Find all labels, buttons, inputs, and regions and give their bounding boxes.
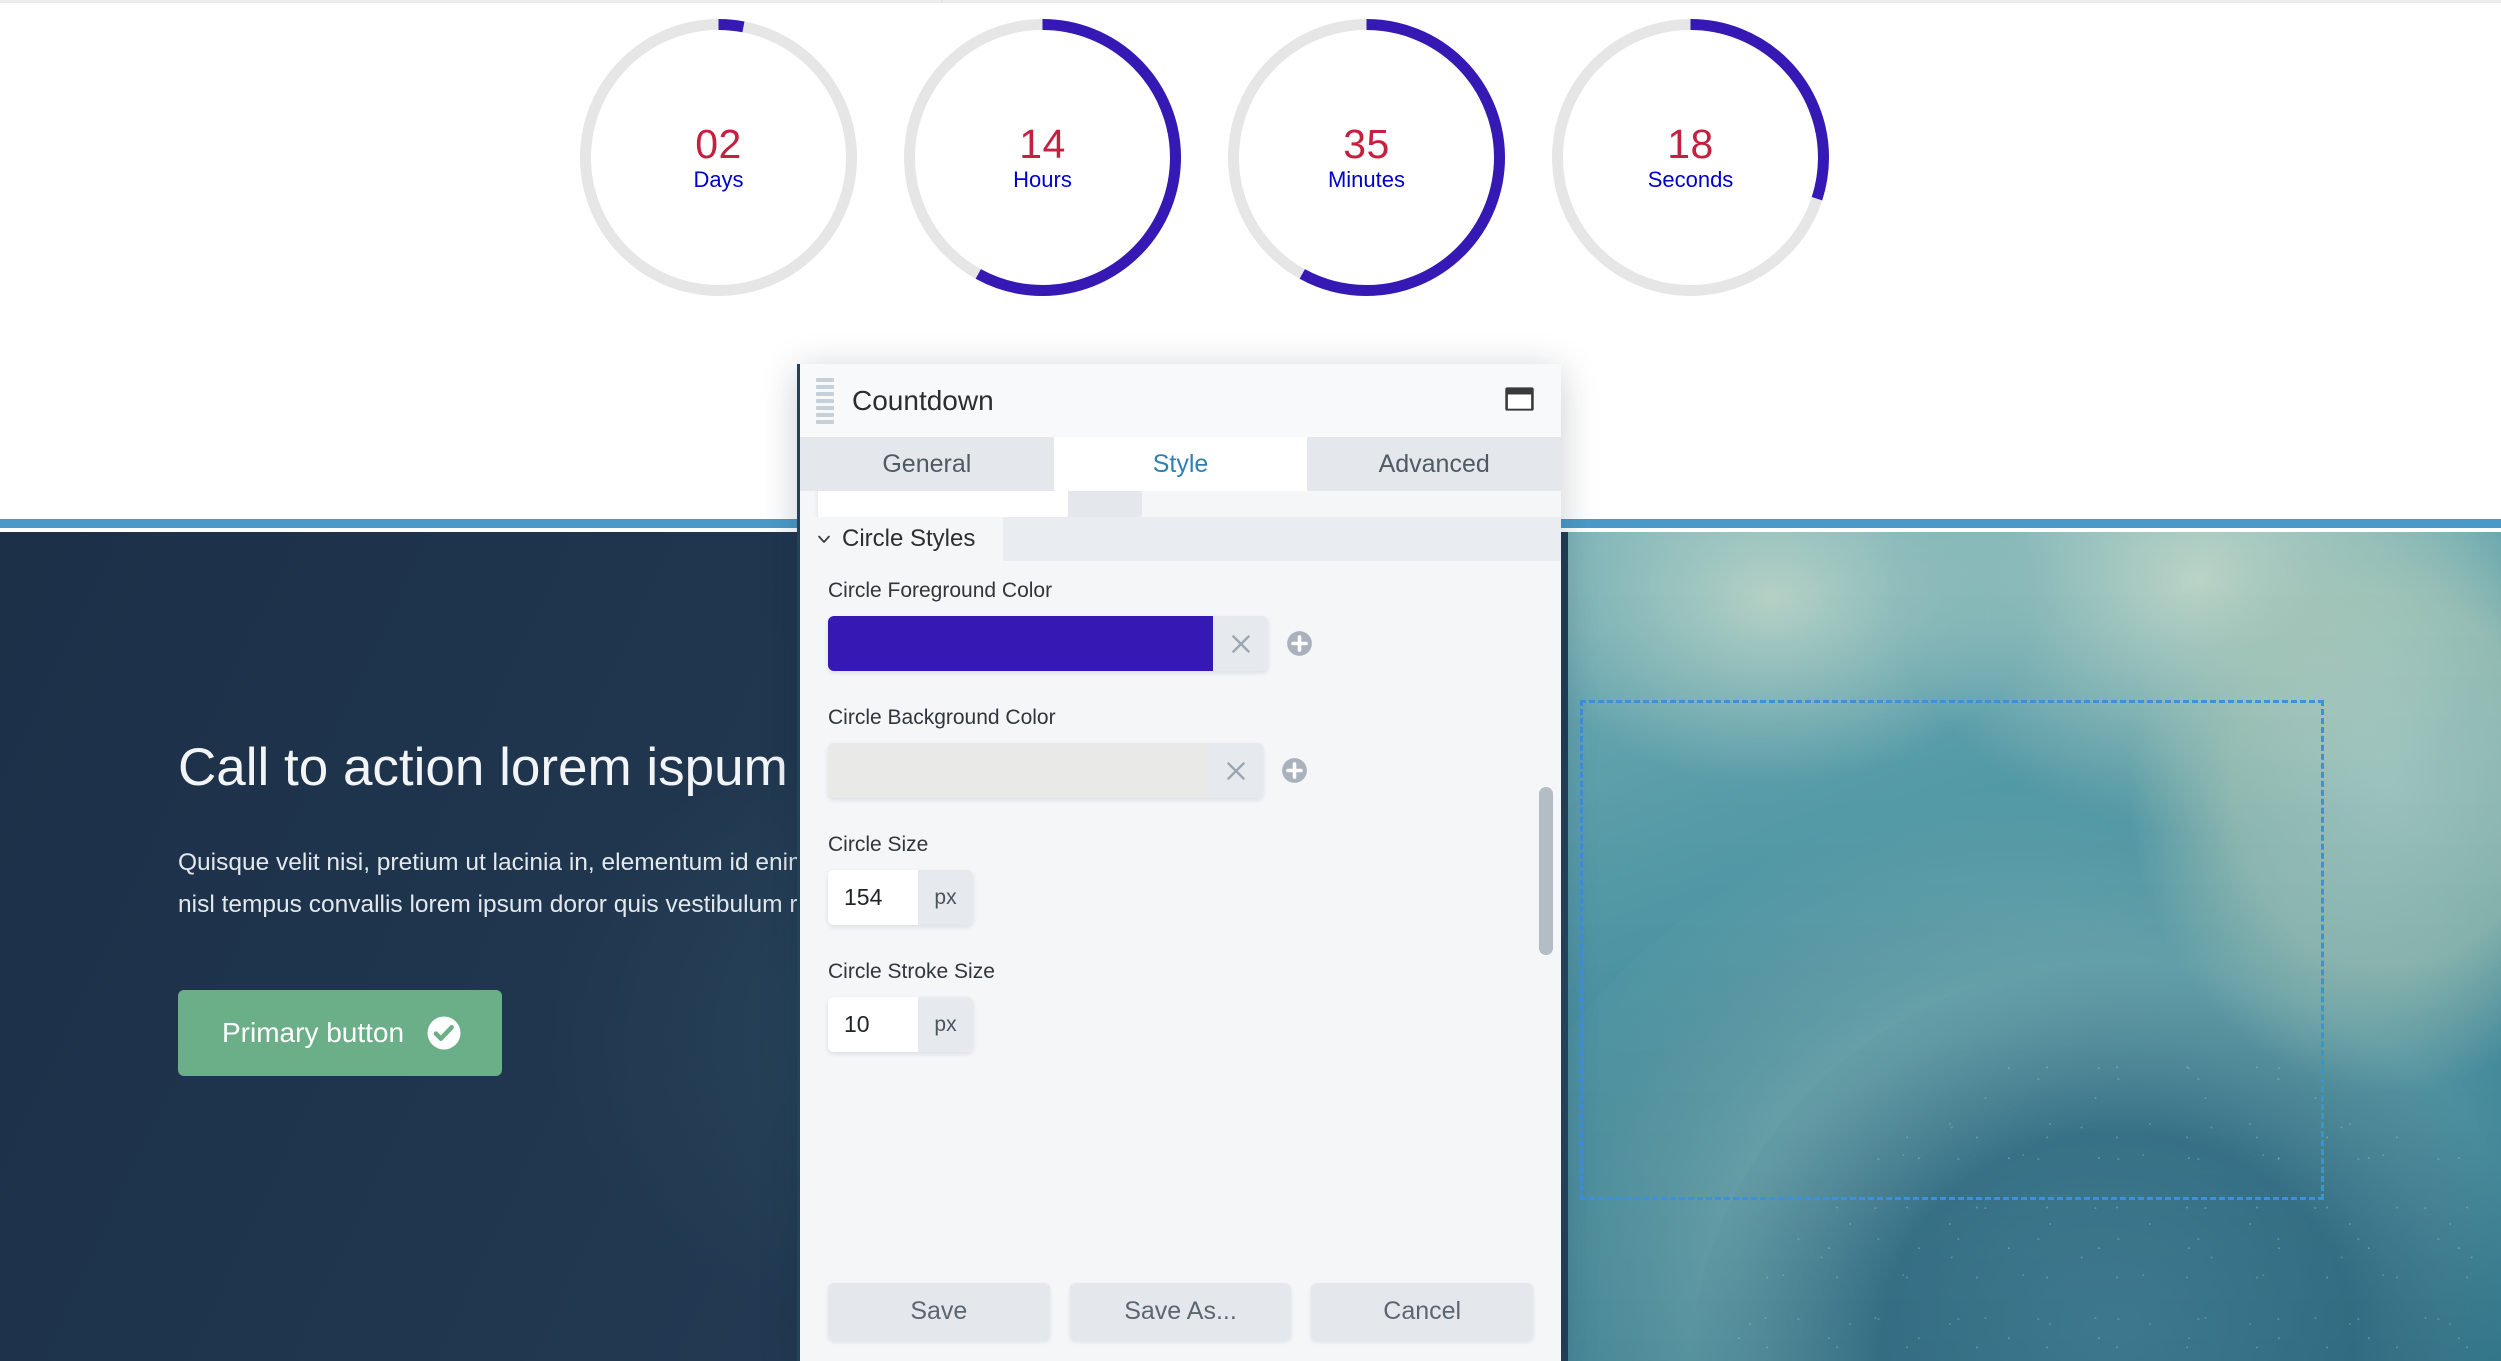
countdown-unit-minutes[interactable]: 35 Minutes [1228,19,1505,296]
section-header-tab[interactable]: Circle Styles [800,517,1004,561]
cancel-button[interactable]: Cancel [1311,1282,1534,1340]
tab-style[interactable]: Style [1053,437,1308,491]
field-label: Circle Background Color [828,706,1056,729]
countdown-unit-text: 35 Minutes [1228,19,1505,296]
close-icon [1231,634,1250,653]
countdown-label: Days [693,167,744,192]
countdown-row: 02 Days 14 Hours 35 Minutes 18 Seconds [580,3,1980,333]
field-label: Circle Size [828,833,929,856]
color-row [828,743,1561,798]
countdown-unit-seconds[interactable]: 18 Seconds [1552,19,1829,296]
scrolled-field-above[interactable] [818,491,1142,519]
save-as-button[interactable]: Save As... [1069,1282,1292,1340]
field-circle-background-color: Circle Background Color [800,706,1561,798]
clear-color-button[interactable] [1208,743,1263,798]
field-circle-foreground-color: Circle Foreground Color [800,579,1561,671]
primary-button[interactable]: Primary button [178,990,503,1077]
field-circle-size: Circle Size px [800,833,1561,925]
photo-texture [1728,1052,2501,1361]
countdown-value: 18 [1667,121,1714,167]
field-circle-stroke-size: Circle Stroke Size px [800,960,1561,1052]
color-control[interactable] [828,616,1268,671]
chevron-down-icon [818,535,830,543]
modal-footer: Save Save As... Cancel [800,1261,1561,1361]
color-control[interactable] [828,743,1263,798]
settings-fields: Circle Foreground Color Circle Backgroun… [800,579,1561,1052]
color-row [828,616,1561,671]
field-label: Circle Foreground Color [828,579,1053,602]
countdown-value: 14 [1019,121,1066,167]
circle-size-input[interactable] [828,870,918,925]
hero-background-image[interactable] [1568,532,2501,1361]
countdown-unit-text: 14 Hours [904,19,1181,296]
clear-color-button[interactable] [1213,616,1268,671]
section-header-label: Circle Styles [842,525,976,552]
circle-stroke-size-input[interactable] [828,997,918,1052]
modal-body: Circle Styles Circle Foreground Color Ci… [800,491,1561,1261]
unit-label: px [918,997,973,1052]
countdown-label: Minutes [1327,167,1406,192]
countdown-settings-modal[interactable]: Countdown General Style Advanced Circle … [797,364,1561,1361]
color-swatch-background[interactable] [828,743,1208,798]
primary-button-label: Primary button [222,1017,405,1049]
modal-tabs[interactable]: General Style Advanced [800,437,1561,491]
number-control[interactable]: px [828,997,973,1052]
countdown-value: 02 [695,121,742,167]
modal-title: Countdown [852,384,994,416]
color-swatch-foreground[interactable] [828,616,1213,671]
countdown-unit-days[interactable]: 02 Days [580,19,857,296]
modal-scrollbar[interactable] [1539,491,1553,1261]
number-control[interactable]: px [828,870,973,925]
countdown-unit-text: 02 Days [580,19,857,296]
unit-label: px [918,870,973,925]
countdown-label: Seconds [1647,167,1734,192]
photo-shape [1568,662,2501,1361]
tab-advanced[interactable]: Advanced [1307,437,1561,491]
check-circle-icon [427,1016,461,1050]
modal-titlebar[interactable]: Countdown [800,364,1561,437]
countdown-unit-hours[interactable]: 14 Hours [904,19,1181,296]
countdown-value: 35 [1343,121,1390,167]
photo-shape [2128,532,2501,1092]
section-header-circle-styles[interactable]: Circle Styles [800,517,1561,561]
field-label: Circle Stroke Size [828,960,995,983]
countdown-unit-text: 18 Seconds [1552,19,1829,296]
close-icon [1226,761,1245,780]
plus-circle-icon[interactable] [1281,757,1308,784]
photo-shape [1688,962,2501,1361]
countdown-label: Hours [1013,167,1072,192]
save-button[interactable]: Save [828,1282,1050,1340]
drag-handle-icon[interactable] [816,377,834,424]
plus-circle-icon[interactable] [1286,630,1313,657]
tab-general[interactable]: General [800,437,1054,491]
modal-scrollbar-thumb[interactable] [1539,787,1553,955]
window-icon[interactable] [1504,386,1535,412]
